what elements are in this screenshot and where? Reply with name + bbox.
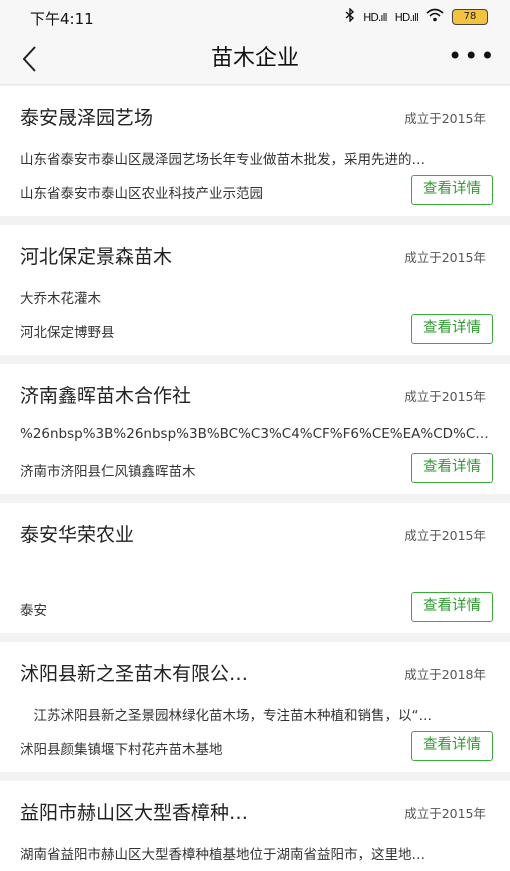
company-card[interactable]: 济南鑫晖苗木合作社 成立于2015年 %26nbsp%3B%26nbsp%3B%… bbox=[0, 364, 510, 494]
company-name: 河北保定景森苗木 bbox=[20, 246, 173, 268]
company-description: 大乔木花灌木 bbox=[20, 291, 101, 307]
wifi-icon bbox=[426, 8, 444, 26]
founded-date: 成立于2018年 bbox=[404, 667, 486, 682]
company-name: 泰安晟泽园艺场 bbox=[20, 107, 154, 129]
company-address: 河北保定博野县 bbox=[20, 325, 115, 341]
company-card[interactable]: 河北保定景森苗木 成立于2015年 大乔木花灌木 河北保定博野县 查看详情 bbox=[0, 225, 510, 355]
nav-bar: 苗木企业 ••• bbox=[0, 34, 510, 85]
company-description: 江苏沭阳县新之圣景园林绿化苗木场，专注苗木种植和销售，以“… bbox=[20, 708, 432, 724]
founded-date: 成立于2015年 bbox=[404, 389, 486, 404]
founded-date: 成立于2015年 bbox=[404, 528, 486, 543]
more-icon[interactable]: ••• bbox=[448, 44, 494, 72]
founded-date: 成立于2015年 bbox=[404, 806, 486, 821]
founded-date: 成立于2015年 bbox=[404, 250, 486, 265]
status-time: 下午4:11 bbox=[30, 10, 94, 28]
company-name: 益阳市赫山区大型香樟种… bbox=[20, 802, 249, 824]
view-details-button[interactable]: 查看详情 bbox=[411, 314, 493, 344]
view-details-button[interactable]: 查看详情 bbox=[411, 453, 493, 483]
company-description: %26nbsp%3B%26nbsp%3B%BC%C3%C4%CF%F6%CE%E… bbox=[20, 426, 490, 442]
company-card[interactable]: 沭阳县新之圣苗木有限公… 成立于2018年 江苏沭阳县新之圣景园林绿化苗木场，专… bbox=[0, 642, 510, 772]
signal-icon-2: HD.ıll bbox=[394, 10, 419, 24]
bluetooth-icon bbox=[345, 7, 355, 26]
company-description: 山东省泰安市泰山区晟泽园艺场长年专业做苗木批发，采用先进的… bbox=[20, 152, 425, 168]
founded-date: 成立于2015年 bbox=[404, 111, 486, 126]
company-description: 湖南省益阳市赫山区大型香樟种植基地位于湖南省益阳市，这里地… bbox=[20, 847, 425, 863]
company-address: 泰安 bbox=[20, 603, 47, 619]
company-card[interactable]: 泰安华荣农业 成立于2015年 泰安 查看详情 bbox=[0, 503, 510, 633]
battery-icon: 78 bbox=[452, 9, 488, 25]
company-address: 沭阳县颜集镇堰下村花卉苗木基地 bbox=[20, 742, 223, 758]
signal-icon-1: HD.ıll bbox=[363, 10, 387, 24]
view-details-button[interactable]: 查看详情 bbox=[411, 175, 493, 205]
view-details-button[interactable]: 查看详情 bbox=[411, 731, 493, 761]
company-name: 沭阳县新之圣苗木有限公… bbox=[20, 663, 249, 685]
company-address: 济南市济阳县仁风镇鑫晖苗木 bbox=[20, 464, 196, 480]
company-name: 济南鑫晖苗木合作社 bbox=[20, 385, 192, 407]
company-address: 山东省泰安市泰山区农业科技产业示范园 bbox=[20, 186, 263, 202]
company-name: 泰安华荣农业 bbox=[20, 524, 135, 546]
view-details-button[interactable]: 查看详情 bbox=[411, 592, 493, 622]
status-icons: HD.ıll HD.ıll 78 bbox=[345, 7, 488, 26]
company-list: 泰安晟泽园艺场 成立于2015年 山东省泰安市泰山区晟泽园艺场长年专业做苗木批发… bbox=[0, 86, 510, 871]
status-bar: 下午4:11 HD.ıll HD.ıll 78 bbox=[0, 0, 510, 34]
company-card[interactable]: 益阳市赫山区大型香樟种… 成立于2015年 湖南省益阳市赫山区大型香樟种植基地位… bbox=[0, 781, 510, 871]
company-card[interactable]: 泰安晟泽园艺场 成立于2015年 山东省泰安市泰山区晟泽园艺场长年专业做苗木批发… bbox=[0, 86, 510, 216]
page-title: 苗木企业 bbox=[210, 46, 299, 71]
